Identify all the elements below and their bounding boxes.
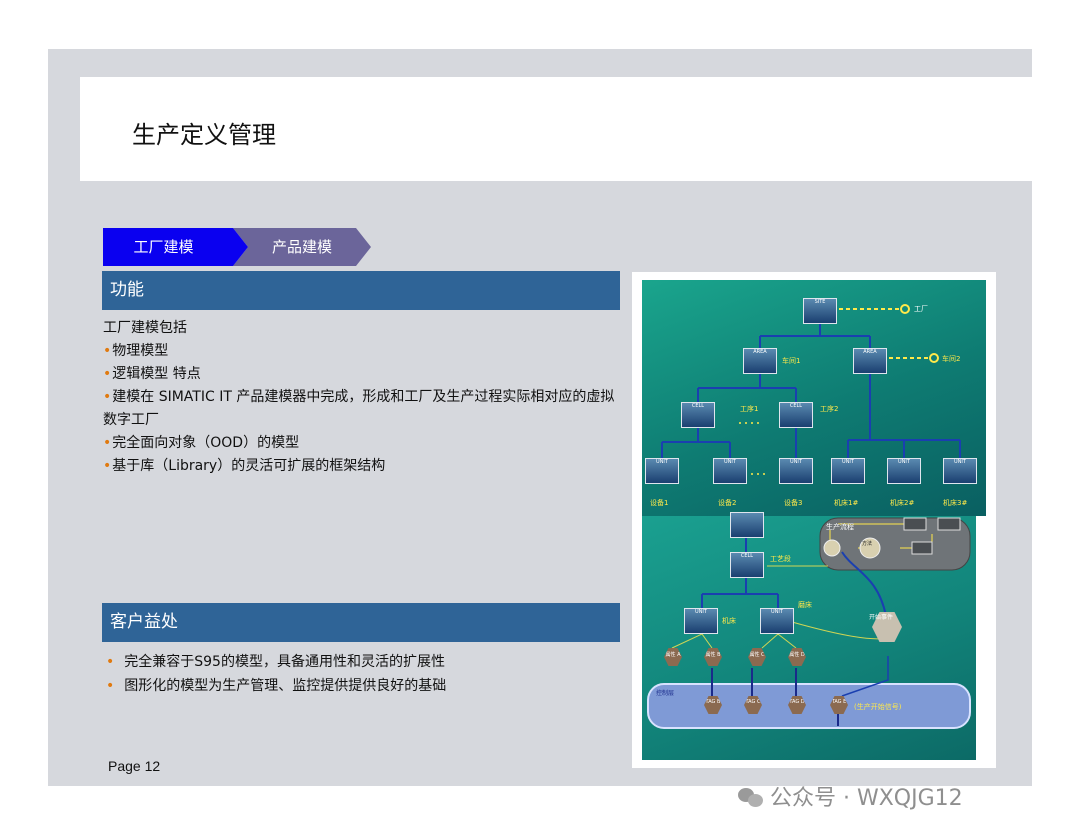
list-item-text: 逻辑模型 特点: [112, 366, 201, 382]
area-node: AREA: [743, 348, 777, 374]
unit-name: 设备3: [784, 499, 803, 507]
cell-node: CELL: [730, 552, 764, 578]
watermark: 公众号 · WXQJG12: [738, 780, 963, 812]
tab-label: 工厂建模: [133, 238, 194, 256]
page-title: 生产定义管理: [132, 121, 276, 149]
cell-name: 工艺段: [770, 555, 791, 563]
process-control-diagram: 生产流程 方法 CELL 工艺段 UNIT UNIT 机床 磨床 开始事件 属性…: [642, 512, 976, 760]
tab-product-modeling[interactable]: 产品建模: [233, 228, 371, 266]
list-item: •建模在 SIMATIC IT 产品建模器中完成，形成和工厂及生产过程实际相对应…: [103, 386, 623, 432]
unit-name: 设备2: [718, 499, 737, 507]
wechat-icon: [738, 786, 764, 808]
start-event-label: 开始事件: [869, 614, 894, 621]
benefits-body: • 完全兼容于S95的模型，具备通用性和灵活的扩展性 • 图形化的模型为生产管理、监…: [106, 650, 626, 698]
bullet-icon: •: [103, 389, 112, 405]
site-node: SITE: [803, 298, 837, 324]
tab-label: 产品建模: [271, 238, 332, 256]
area-name: 车间1: [782, 357, 801, 365]
unit-node: UNIT: [779, 458, 813, 484]
tab-factory-modeling[interactable]: 工厂建模: [103, 228, 248, 266]
watermark-text: 公众号 · WXQJG12: [770, 786, 963, 811]
bullet-icon: •: [103, 366, 112, 382]
diagram-figure: SITE 工厂 AREA AREA 车间1 车间2 CELL CELL 工序1 …: [632, 272, 996, 768]
method-label: 方法: [862, 541, 873, 547]
list-item: •逻辑模型 特点: [103, 363, 623, 386]
list-item-text: 建模在 SIMATIC IT 产品建模器中完成，形成和工厂及生产过程实际相对应的…: [103, 389, 615, 428]
unit-node: UNIT: [943, 458, 977, 484]
list-item: •基于库（Library）的灵活可扩展的框架结构: [103, 455, 623, 478]
bullet-icon: •: [103, 343, 112, 359]
area-name: 车间2: [942, 355, 961, 363]
bullet-icon: •: [103, 435, 112, 451]
unit-name: 机床: [722, 617, 736, 625]
process-title: 生产流程: [826, 523, 854, 531]
process-connectors: [647, 517, 971, 729]
plant-hierarchy-diagram: SITE 工厂 AREA AREA 车间1 车间2 CELL CELL 工序1 …: [642, 280, 986, 516]
unit-node: UNIT: [887, 458, 921, 484]
list-item: • 完全兼容于S95的模型，具备通用性和灵活的扩展性: [106, 650, 626, 674]
unit-node: UNIT: [645, 458, 679, 484]
list-item-text: 图形化的模型为生产管理、监控提供提供良好的基础: [124, 678, 447, 694]
unit-name: 机床1#: [834, 499, 859, 507]
list-item: •完全面向对象（OOD）的模型: [103, 432, 623, 455]
control-layer-label: 控制层: [656, 690, 675, 697]
cell-name: 工序1: [740, 405, 759, 413]
functions-body: 工厂建模包括 •物理模型 •逻辑模型 特点 •建模在 SIMATIC IT 产品…: [103, 317, 623, 478]
list-item: •物理模型: [103, 340, 623, 363]
unit-name: 磨床: [798, 601, 812, 609]
list-item: • 图形化的模型为生产管理、监控提供提供良好的基础: [106, 674, 626, 698]
list-item-text: 物理模型: [112, 343, 169, 359]
list-item-text: 基于库（Library）的灵活可扩展的框架结构: [112, 458, 386, 474]
cell-node: CELL: [779, 402, 813, 428]
unit-name: 机床3#: [943, 499, 968, 507]
cell-name: 工序2: [820, 405, 839, 413]
unit-node: UNIT: [831, 458, 865, 484]
slide: 生产定义管理 工厂建模 产品建模 功能 工厂建模包括 •物理模型 •逻辑模型 特…: [48, 49, 1032, 786]
signal-label: (生产开始信号): [854, 703, 902, 711]
area-node: AREA: [853, 348, 887, 374]
bullet-icon: •: [106, 678, 115, 694]
section-heading-functions: 功能: [102, 271, 620, 310]
unit-name: 机床2#: [890, 499, 915, 507]
page-number: Page 12: [108, 758, 161, 774]
list-item-text: 完全面向对象（OOD）的模型: [112, 435, 300, 451]
bullet-icon: •: [106, 654, 115, 670]
cell-node: CELL: [681, 402, 715, 428]
unit-node: UNIT: [713, 458, 747, 484]
title-band: 生产定义管理: [80, 77, 1032, 181]
bullet-icon: •: [103, 458, 112, 474]
section-heading-benefits: 客户益处: [102, 603, 620, 642]
unit-name: 设备1: [650, 499, 669, 507]
area-node: [730, 512, 764, 538]
unit-node: UNIT: [684, 608, 718, 634]
site-name: 工厂: [914, 305, 928, 313]
intro-text: 工厂建模包括: [103, 320, 187, 336]
list-item-text: 完全兼容于S95的模型，具备通用性和灵活的扩展性: [124, 654, 445, 670]
unit-node: UNIT: [760, 608, 794, 634]
